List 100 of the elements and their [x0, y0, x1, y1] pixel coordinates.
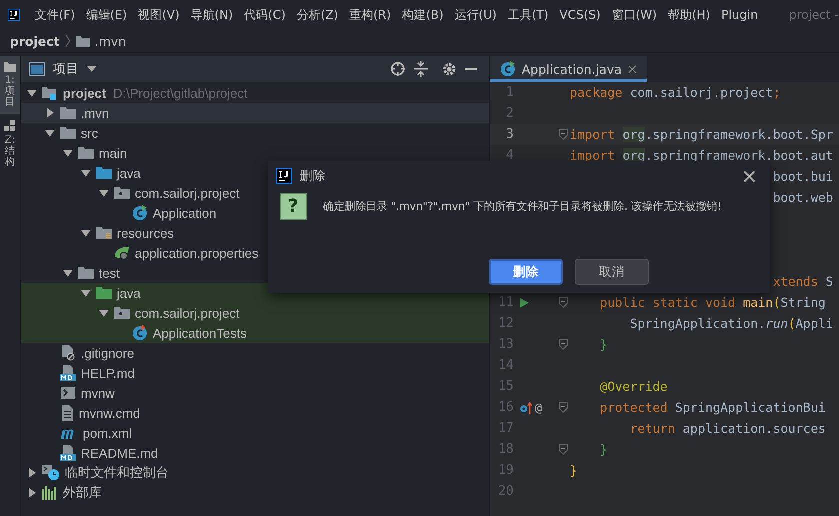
tree-label[interactable]: test	[99, 266, 120, 280]
module-icon	[42, 85, 58, 101]
code-line: SpringApplication.run(Appli	[629, 316, 834, 331]
close-button[interactable]: ×	[737, 164, 762, 188]
expanded-arrow-icon[interactable]	[63, 148, 73, 158]
side-tab[interactable]: 1: 项目	[0, 56, 20, 114]
tree-label[interactable]: README.md	[81, 446, 158, 460]
menu-item[interactable]: 视图(V)	[138, 6, 180, 24]
tree-row[interactable]: resources	[21, 223, 489, 243]
tree-row[interactable]: mvnw.cmd	[21, 403, 489, 423]
close-icon[interactable]	[628, 64, 638, 74]
tree-row[interactable]: src	[21, 123, 489, 143]
line-number: 17	[497, 421, 515, 436]
menu-item[interactable]: 代码(C)	[244, 6, 286, 24]
breadcrumb-item[interactable]: .mvn	[94, 34, 126, 48]
tree-row[interactable]: .mvn	[21, 103, 489, 123]
tree-label[interactable]: 外部库	[63, 484, 102, 502]
menu-item[interactable]: 帮助(H)	[668, 6, 710, 24]
fold-icon[interactable]	[558, 297, 568, 308]
tree-label[interactable]: com.sailorj.project	[135, 186, 240, 200]
fold-icon[interactable]	[558, 339, 568, 350]
override-icon[interactable]	[520, 402, 533, 414]
tree-label[interactable]: mvnw	[81, 386, 115, 400]
tree-row[interactable]: mvnw	[21, 383, 489, 403]
menu-item[interactable]: 重构(R)	[349, 6, 392, 24]
breadcrumb-item[interactable]: project	[10, 34, 60, 48]
tree-row[interactable]: com.sailorj.project	[21, 303, 489, 323]
tree-label[interactable]: com.sailorj.project	[135, 306, 240, 320]
package-icon	[114, 186, 130, 200]
fold-icon[interactable]	[558, 129, 568, 140]
expanded-arrow-icon[interactable]	[81, 168, 91, 178]
editor-tab[interactable]: Application.java	[490, 56, 648, 82]
line-number: 16	[497, 400, 515, 415]
tree-label[interactable]: java	[117, 286, 141, 300]
fold-icon[interactable]	[558, 402, 568, 413]
menu-item[interactable]: 构建(B)	[402, 6, 444, 24]
tree-label[interactable]: .gitignore	[81, 346, 134, 360]
tree-label[interactable]: resources	[117, 226, 174, 240]
tree-label[interactable]: project	[63, 86, 106, 100]
menu-item[interactable]: 工具(T)	[508, 6, 549, 24]
settings-icon[interactable]	[442, 62, 457, 76]
tree-label[interactable]: java	[117, 166, 141, 180]
menu-item[interactable]: 运行(U)	[454, 6, 497, 24]
annotation-mark[interactable]: @	[535, 400, 542, 414]
expanded-arrow-icon[interactable]	[27, 88, 37, 98]
tree-label[interactable]: application.properties	[135, 246, 259, 260]
question-icon: ?	[280, 193, 307, 220]
tree-row[interactable]: HELP.md	[21, 363, 489, 383]
run-icon[interactable]	[520, 298, 529, 308]
collapsed-arrow-icon[interactable]	[45, 108, 55, 118]
tree-row[interactable]: main	[21, 143, 489, 163]
tree-row[interactable]: ApplicationTests	[21, 323, 489, 343]
scratch-clock-icon	[42, 465, 60, 481]
expanded-arrow-icon[interactable]	[99, 308, 109, 318]
expanded-arrow-icon[interactable]	[63, 268, 73, 278]
collapse-all-icon[interactable]	[414, 61, 428, 77]
collapsed-arrow-icon[interactable]	[27, 488, 37, 498]
class-icon	[500, 61, 516, 77]
cancel-button[interactable]: 取消	[575, 259, 649, 285]
expanded-arrow-icon[interactable]	[81, 228, 91, 238]
dialog-message: 确定删除目录 ".mvn"?".mvn" 下的所有文件和子目录将被删除. 该操作无法被撤销!	[323, 199, 722, 214]
tree-label[interactable]: 临时文件和控制台	[65, 464, 169, 482]
menu-item[interactable]: 导航(N)	[190, 6, 234, 24]
fold-icon[interactable]	[558, 444, 568, 455]
tree-row[interactable]: project D:\Project\gitlab\project	[21, 83, 489, 103]
menu-item[interactable]: 文件(F)	[35, 6, 76, 24]
tree-label[interactable]: main	[99, 146, 128, 160]
tree-row[interactable]: .gitignore	[21, 343, 489, 363]
code-line: import org.springframework.boot.Spr	[570, 127, 834, 142]
collapsed-arrow-icon[interactable]	[27, 468, 37, 478]
expanded-arrow-icon[interactable]	[45, 128, 55, 138]
line-number: 19	[497, 463, 515, 478]
menu-item[interactable]: 分析(Z)	[296, 6, 338, 24]
menu-item[interactable]: 窗口(W)	[612, 6, 658, 24]
line-number: 18	[497, 442, 515, 457]
tree-label[interactable]: src	[81, 126, 98, 140]
project-path: D:\Project\gitlab\project	[113, 86, 248, 100]
tree-label[interactable]: pom.xml	[83, 426, 132, 440]
tree-row[interactable]: 临时文件和控制台	[21, 463, 489, 483]
expanded-arrow-icon[interactable]	[99, 188, 109, 198]
side-tab[interactable]: Z: 结构	[0, 114, 20, 174]
menu-item[interactable]: 编辑(E)	[86, 6, 128, 24]
tree-label[interactable]: HELP.md	[81, 366, 135, 380]
locate-icon[interactable]	[390, 61, 406, 77]
tree-row[interactable]: pom.xml	[21, 423, 489, 443]
file-ignore-icon	[60, 345, 76, 361]
tree-label[interactable]: .mvn	[81, 106, 110, 120]
tree-row[interactable]: application.properties	[21, 243, 489, 263]
tree-row[interactable]: README.md	[21, 443, 489, 463]
expanded-arrow-icon[interactable]	[81, 288, 91, 298]
panel-title[interactable]: 项目	[53, 60, 79, 78]
menu-item[interactable]: Plugin	[721, 8, 758, 22]
menu-item[interactable]: VCS(S)	[560, 8, 601, 22]
tree-label[interactable]: Application	[153, 206, 217, 220]
tree-label[interactable]: ApplicationTests	[153, 326, 247, 340]
tree-label[interactable]: mvnw.cmd	[79, 406, 140, 420]
tree-row[interactable]: test	[21, 263, 489, 283]
dropdown-caret-icon[interactable]	[87, 66, 97, 72]
tree-row[interactable]: 外部库	[21, 483, 489, 503]
line-number: 12	[497, 316, 515, 331]
